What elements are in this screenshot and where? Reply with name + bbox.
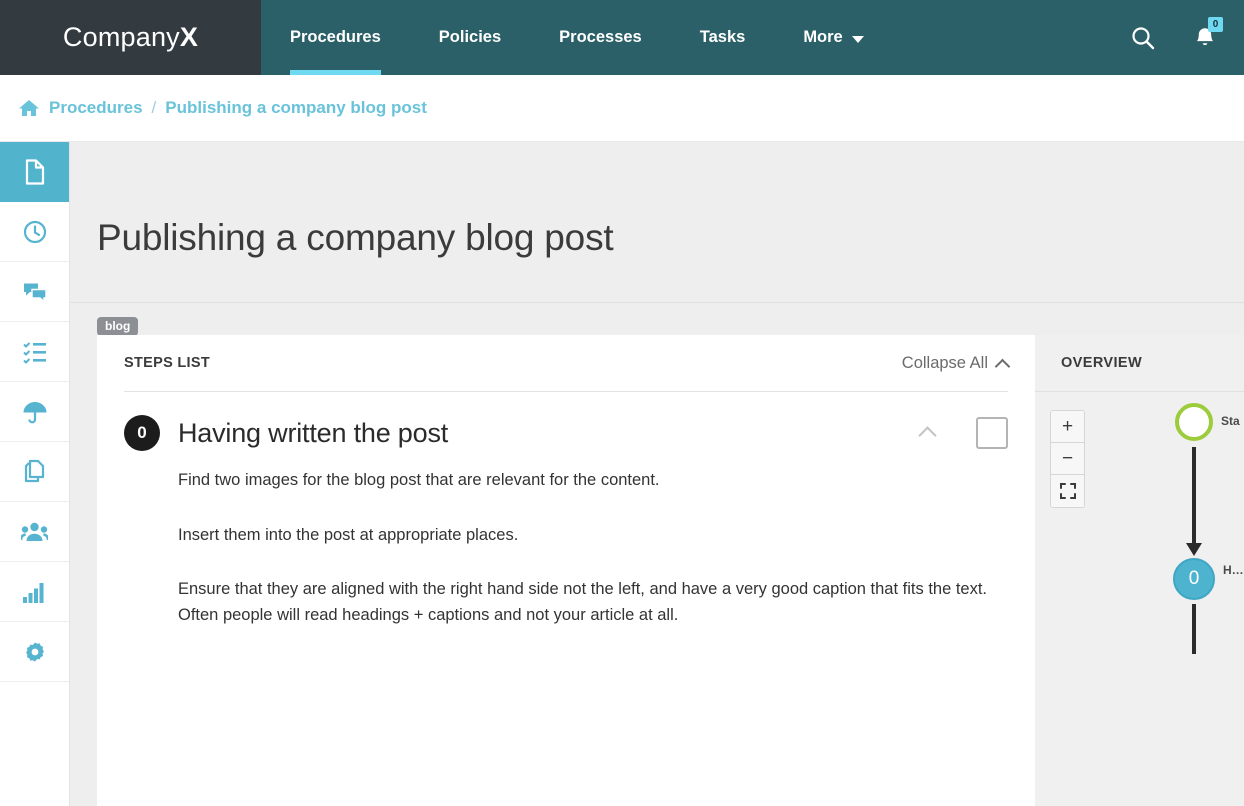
nav-item-policies[interactable]: Policies	[410, 0, 530, 75]
step-checkbox[interactable]	[976, 417, 1008, 449]
sidebar-item-people[interactable]	[0, 502, 69, 562]
left-sidebar	[0, 142, 70, 806]
users-icon	[21, 522, 48, 541]
sidebar-item-tasks[interactable]	[0, 322, 69, 382]
brand-name-light: Company	[62, 22, 180, 52]
breadcrumb-separator: /	[151, 98, 157, 117]
step-actions	[912, 417, 1008, 449]
gear-icon	[25, 642, 44, 661]
top-navigation-bar: Company X Procedures Policies Processes T…	[0, 0, 1244, 75]
sidebar-item-document[interactable]	[0, 142, 69, 202]
overview-panel: OVERVIEW + − Sta 0 H… p…	[1035, 335, 1244, 806]
step-header-row[interactable]: 0 Having written the post	[124, 392, 1008, 451]
breadcrumb-link-procedures[interactable]: Procedures	[49, 98, 143, 118]
home-icon[interactable]	[18, 97, 40, 119]
tag-list: blog	[97, 317, 139, 336]
nav-item-label: More	[803, 28, 843, 46]
chevron-up-icon	[994, 358, 1011, 374]
flow-arrowhead	[1186, 543, 1202, 556]
flow-edge	[1192, 604, 1196, 654]
breadcrumb-current-page: Publishing a company blog post	[165, 98, 427, 117]
sidebar-item-risk[interactable]	[0, 382, 69, 442]
sidebar-item-statistics[interactable]	[0, 562, 69, 622]
search-button[interactable]	[1112, 0, 1174, 75]
brand-logo[interactable]: Company X	[0, 0, 261, 75]
collapse-all-label: Collapse All	[901, 353, 988, 372]
notification-badge: 0	[1208, 17, 1223, 32]
step-collapse-button[interactable]	[912, 418, 942, 448]
checklist-icon	[22, 341, 46, 364]
sidebar-item-comments[interactable]	[0, 262, 69, 322]
flow-node-step-0-label: H… p…	[1223, 563, 1244, 577]
sidebar-item-history[interactable]	[0, 202, 69, 262]
flow-node-start[interactable]	[1175, 403, 1213, 441]
flow-edge	[1192, 447, 1196, 547]
page-title: Publishing a company blog post	[97, 217, 614, 258]
page-header-zone: Publishing a company blog post	[70, 142, 1244, 303]
search-icon	[1132, 26, 1155, 49]
chevron-up-icon	[917, 426, 937, 445]
notifications-button[interactable]: 0	[1174, 0, 1236, 75]
nav-item-tasks[interactable]: Tasks	[671, 0, 775, 75]
tag-blog[interactable]: blog	[97, 317, 139, 336]
steps-header: STEPS LIST Collapse All	[124, 335, 1011, 392]
sidebar-item-settings[interactable]	[0, 622, 69, 682]
nav-item-label: Processes	[559, 28, 642, 46]
copy-icon	[24, 459, 44, 483]
umbrella-icon	[23, 401, 46, 423]
step-paragraph: Find two images for the blog post that a…	[178, 471, 660, 489]
nav-item-procedures[interactable]: Procedures	[261, 0, 410, 75]
nav-item-more[interactable]: More	[774, 0, 892, 75]
bar-chart-icon	[22, 582, 43, 603]
steps-panel: STEPS LIST Collapse All 0 Having written…	[97, 335, 1035, 806]
main-content: Publishing a company blog post blog STEP…	[70, 142, 1244, 806]
nav-item-label: Policies	[438, 28, 502, 46]
breadcrumb: Procedures / Publishing a company blog p…	[0, 75, 1244, 142]
document-icon	[25, 158, 44, 185]
step-body: Find two images for the blog post that a…	[124, 451, 1008, 628]
chevron-down-icon	[851, 36, 864, 43]
comments-icon	[23, 283, 47, 303]
nav-item-label: Tasks	[699, 28, 746, 46]
nav-actions: 0	[1112, 0, 1244, 75]
overview-header: OVERVIEW	[1035, 335, 1244, 392]
primary-nav: Procedures Policies Processes Tasks More	[261, 0, 893, 75]
process-flow-diagram[interactable]: Sta 0 H… p…	[1035, 403, 1244, 806]
collapse-all-button[interactable]: Collapse All	[901, 353, 1011, 374]
brand-name-bold: X	[179, 22, 199, 52]
step-paragraph: Insert them into the post at appropriate…	[178, 525, 519, 544]
flow-node-step-0[interactable]: 0	[1173, 558, 1215, 600]
nav-item-label: Procedures	[290, 28, 381, 46]
steps-list-label: STEPS LIST	[124, 355, 210, 371]
overview-label: OVERVIEW	[1061, 355, 1143, 371]
sidebar-item-duplicate[interactable]	[0, 442, 69, 502]
nav-item-processes[interactable]: Processes	[530, 0, 671, 75]
step-paragraph: Ensure that they are aligned with the ri…	[178, 580, 988, 624]
clock-icon	[23, 220, 46, 243]
flow-node-start-label: Sta	[1221, 414, 1240, 428]
step-title: Having written the post	[178, 417, 449, 448]
step-number-badge: 0	[124, 415, 160, 451]
